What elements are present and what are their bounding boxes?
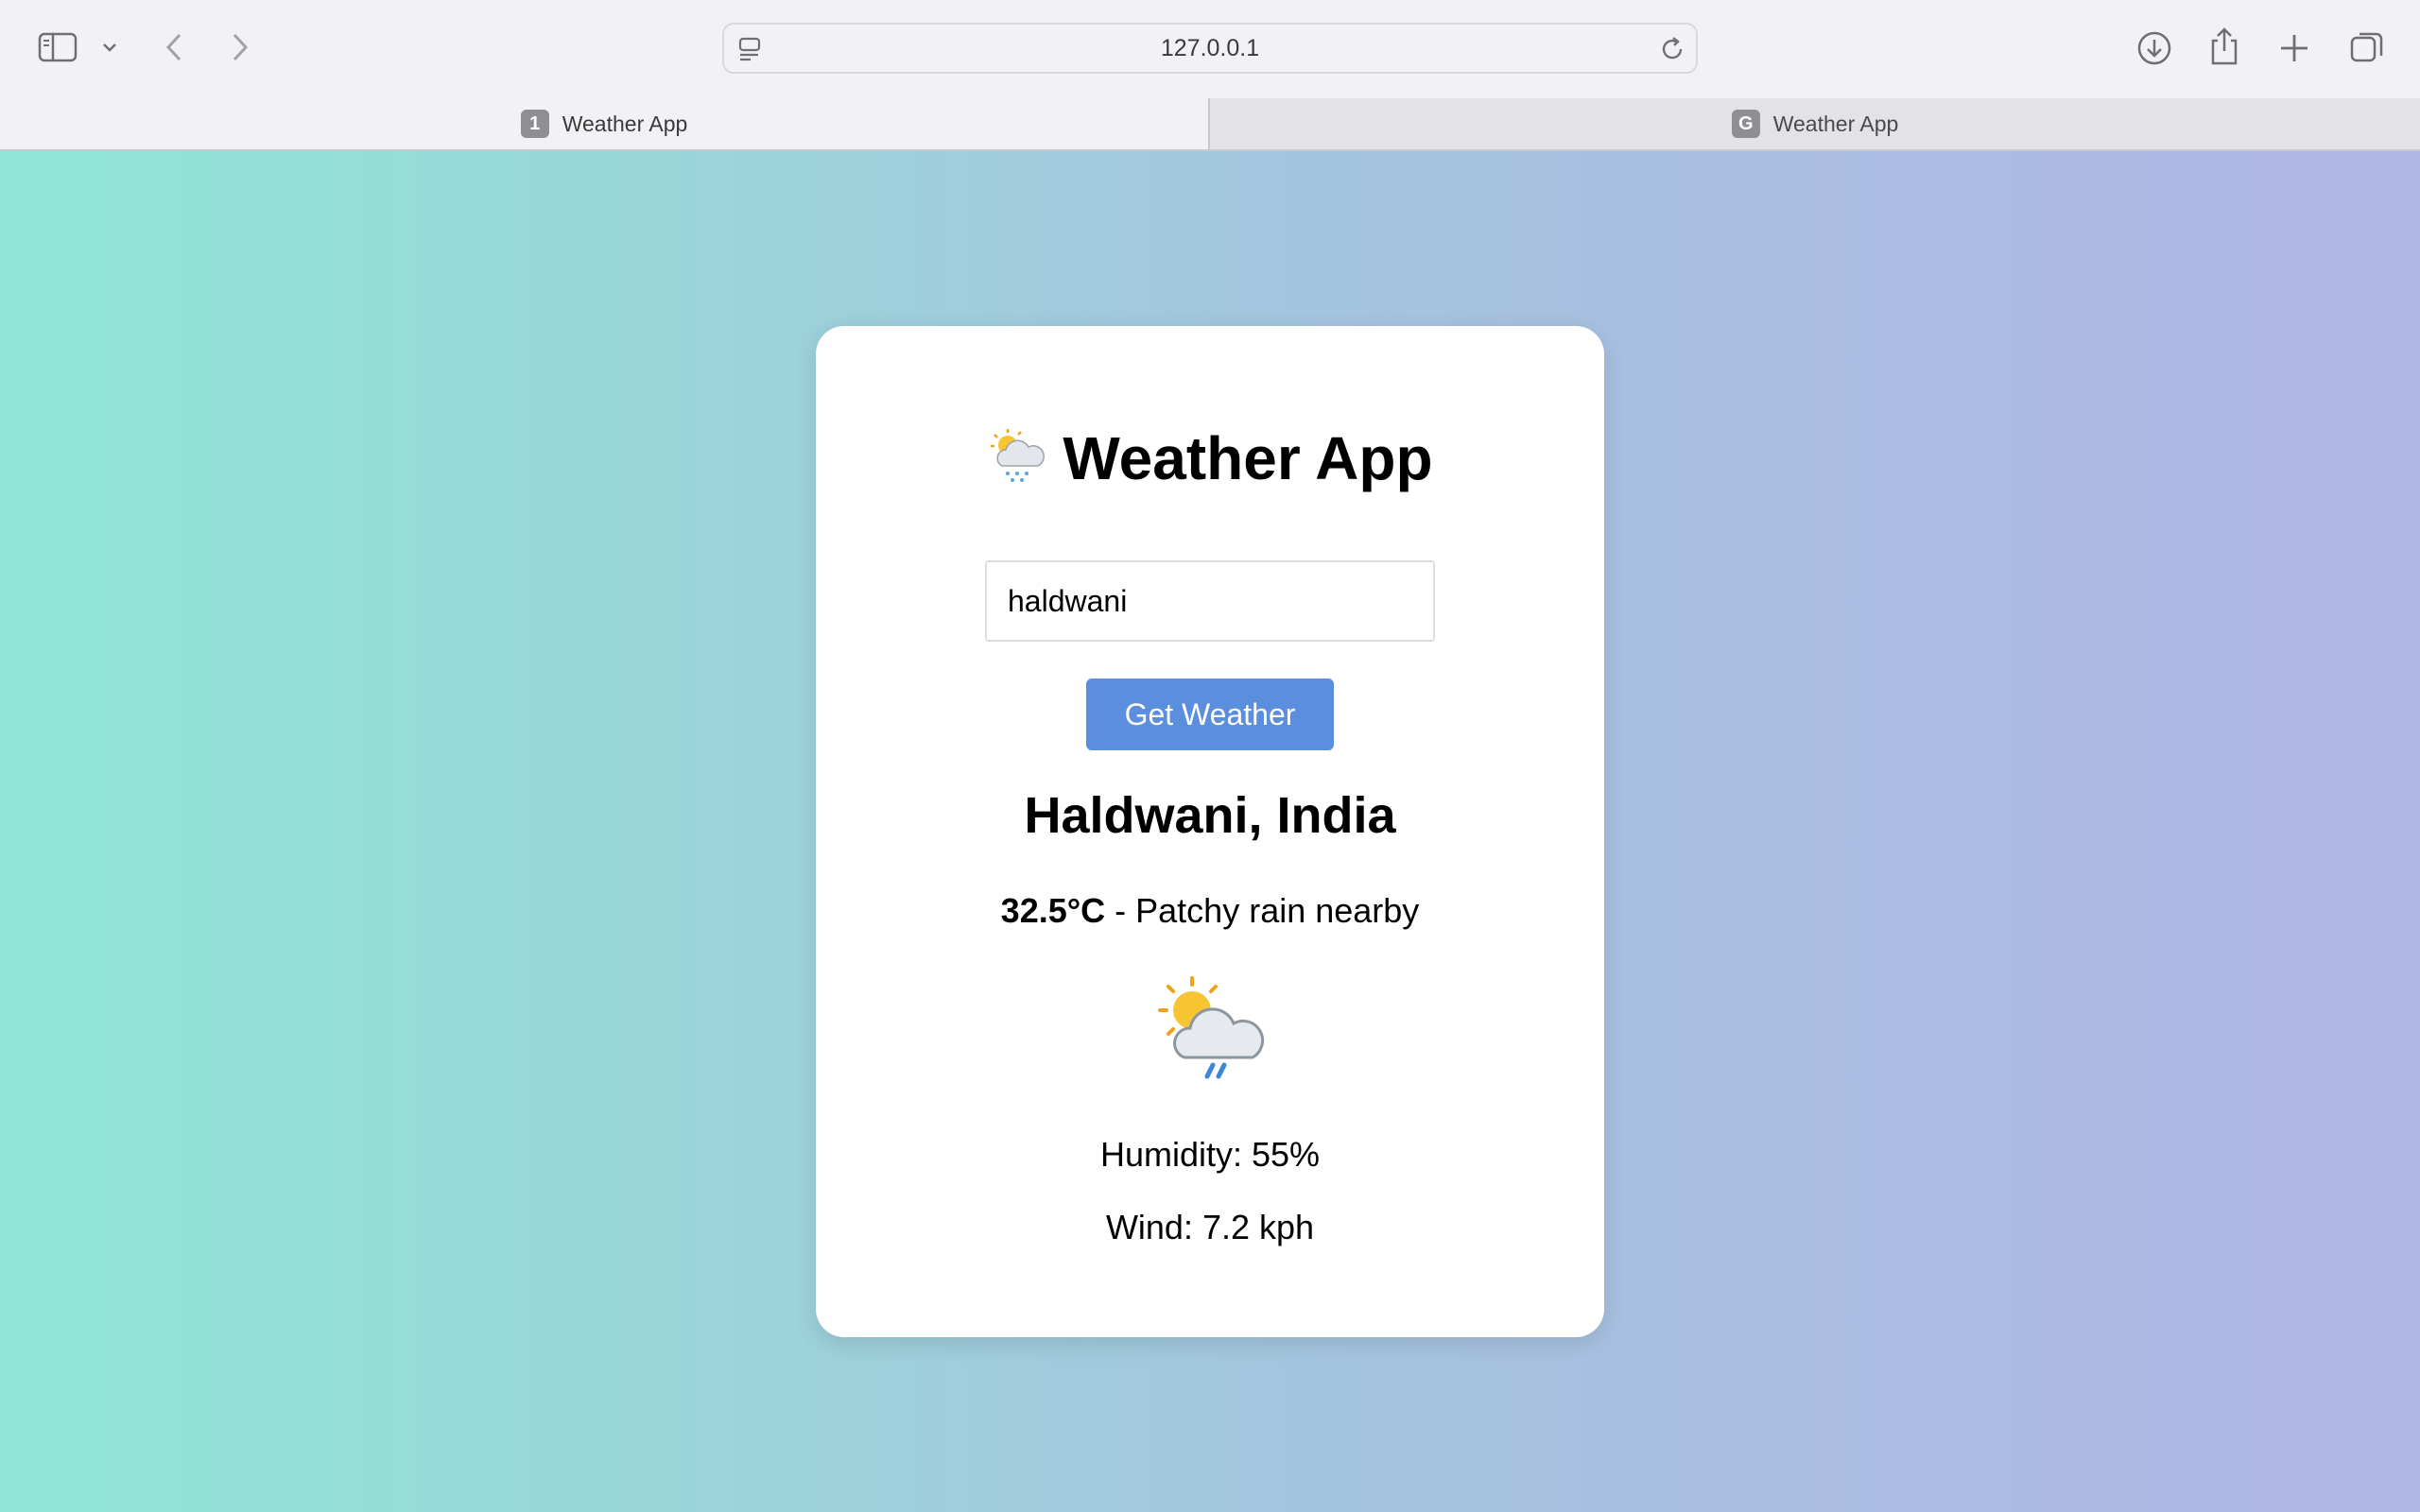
wind-text: Wind: 7.2 kph [1105, 1208, 1315, 1246]
humidity-text: Humidity: 55% [1099, 1135, 1321, 1174]
tab-label: Weather App [1772, 111, 1899, 136]
weather-card: Weather App Get Weather Haldwani, India … [816, 326, 1604, 1337]
temperature-value: 32.5°C [1000, 891, 1106, 930]
chevron-down-icon[interactable] [98, 36, 121, 59]
city-search-input[interactable] [985, 560, 1435, 642]
share-icon[interactable] [2206, 26, 2242, 66]
sun-behind-rain-cloud-icon [987, 426, 1047, 491]
download-icon[interactable] [2136, 30, 2172, 66]
tab-bar: 1 Weather App G Weather App [0, 98, 2420, 151]
separator: - [1105, 891, 1136, 930]
address-bar[interactable]: 127.0.0.1 [722, 23, 1698, 74]
patchy-rain-icon [1152, 972, 1268, 1088]
tab-favicon-badge: 1 [520, 110, 549, 138]
reload-icon[interactable] [1660, 36, 1686, 67]
get-weather-button[interactable]: Get Weather [1086, 679, 1334, 750]
tab-overview-icon[interactable] [2348, 28, 2386, 66]
forward-arrow-icon[interactable] [225, 30, 255, 64]
page-viewport: Weather App Get Weather Haldwani, India … [0, 151, 2420, 1512]
back-arrow-icon[interactable] [159, 30, 189, 64]
tab-weather-app-1[interactable]: 1 Weather App [0, 98, 1208, 149]
tab-label: Weather App [562, 111, 688, 136]
sidebar-toggle-icon[interactable] [36, 30, 79, 64]
browser-toolbar: 127.0.0.1 [0, 0, 2420, 98]
location-heading: Haldwani, India [1024, 787, 1396, 844]
url-text[interactable]: 127.0.0.1 [724, 25, 1696, 72]
tab-favicon-badge: G [1731, 110, 1760, 138]
app-title: Weather App [1063, 424, 1433, 492]
new-tab-plus-icon[interactable] [2276, 30, 2312, 66]
condition-text: Patchy rain nearby [1135, 891, 1420, 930]
tab-weather-app-2[interactable]: G Weather App [1208, 98, 2420, 149]
temperature-condition-line: 32.5°C - Patchy rain nearby [816, 891, 1604, 931]
page-title: Weather App [816, 421, 1604, 496]
